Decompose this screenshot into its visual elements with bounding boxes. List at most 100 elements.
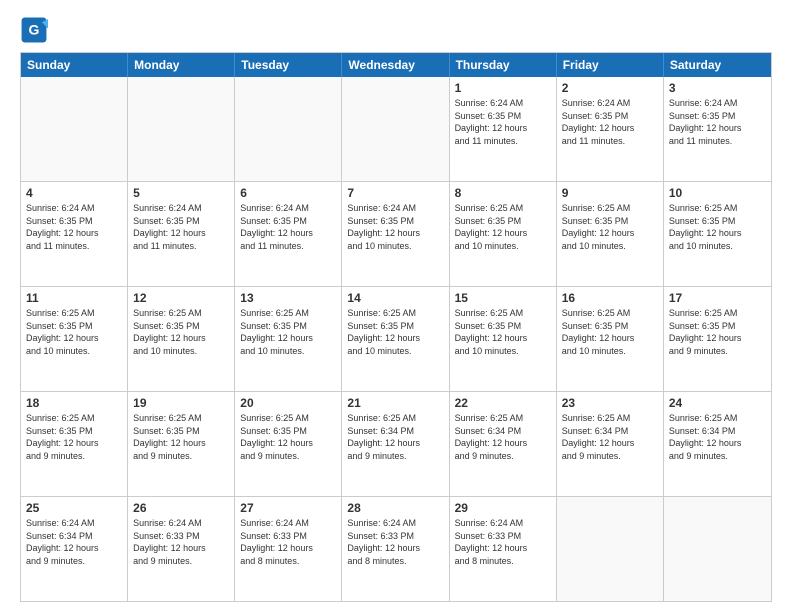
logo-icon: G (20, 16, 48, 44)
calendar-cell (21, 77, 128, 181)
calendar-cell: 18Sunrise: 6:25 AM Sunset: 6:35 PM Dayli… (21, 392, 128, 496)
weekday-header-wednesday: Wednesday (342, 53, 449, 77)
day-number: 24 (669, 395, 766, 411)
calendar: SundayMondayTuesdayWednesdayThursdayFrid… (20, 52, 772, 602)
day-info: Sunrise: 6:25 AM Sunset: 6:35 PM Dayligh… (455, 202, 551, 252)
day-info: Sunrise: 6:25 AM Sunset: 6:35 PM Dayligh… (455, 307, 551, 357)
day-number: 3 (669, 80, 766, 96)
day-number: 28 (347, 500, 443, 516)
day-number: 21 (347, 395, 443, 411)
day-info: Sunrise: 6:25 AM Sunset: 6:35 PM Dayligh… (669, 202, 766, 252)
day-number: 10 (669, 185, 766, 201)
day-number: 16 (562, 290, 658, 306)
day-number: 11 (26, 290, 122, 306)
day-info: Sunrise: 6:24 AM Sunset: 6:35 PM Dayligh… (347, 202, 443, 252)
calendar-cell: 28Sunrise: 6:24 AM Sunset: 6:33 PM Dayli… (342, 497, 449, 601)
day-number: 22 (455, 395, 551, 411)
day-number: 15 (455, 290, 551, 306)
day-info: Sunrise: 6:25 AM Sunset: 6:34 PM Dayligh… (347, 412, 443, 462)
day-number: 2 (562, 80, 658, 96)
calendar-cell: 16Sunrise: 6:25 AM Sunset: 6:35 PM Dayli… (557, 287, 664, 391)
calendar-cell: 25Sunrise: 6:24 AM Sunset: 6:34 PM Dayli… (21, 497, 128, 601)
calendar-cell: 26Sunrise: 6:24 AM Sunset: 6:33 PM Dayli… (128, 497, 235, 601)
day-number: 17 (669, 290, 766, 306)
calendar-row-3: 18 Sunrise: 6:25 AM Sunset: 6:35 PM Dayli… (21, 391, 771, 496)
day-number: 12 (133, 290, 229, 306)
day-info: Sunrise: 6:25 AM Sunset: 6:35 PM Dayligh… (240, 307, 336, 357)
calendar-cell (235, 77, 342, 181)
day-number: 7 (347, 185, 443, 201)
calendar-cell: 13Sunrise: 6:25 AM Sunset: 6:35 PM Dayli… (235, 287, 342, 391)
day-info: Sunrise: 6:24 AM Sunset: 6:33 PM Dayligh… (240, 517, 336, 567)
day-number: 19 (133, 395, 229, 411)
day-number: 4 (26, 185, 122, 201)
day-info: Sunrise: 6:25 AM Sunset: 6:35 PM Dayligh… (240, 412, 336, 462)
header: G (20, 16, 772, 44)
day-info: Sunrise: 6:24 AM Sunset: 6:35 PM Dayligh… (562, 97, 658, 147)
calendar-row-1: 4 Sunrise: 6:24 AM Sunset: 6:35 PM Daylig… (21, 181, 771, 286)
day-info: Sunrise: 6:25 AM Sunset: 6:35 PM Dayligh… (347, 307, 443, 357)
day-info: Sunrise: 6:25 AM Sunset: 6:35 PM Dayligh… (26, 307, 122, 357)
day-info: Sunrise: 6:24 AM Sunset: 6:35 PM Dayligh… (455, 97, 551, 147)
calendar-row-4: 25Sunrise: 6:24 AM Sunset: 6:34 PM Dayli… (21, 496, 771, 601)
calendar-cell: 6Sunrise: 6:24 AM Sunset: 6:35 PM Daylig… (235, 182, 342, 286)
day-info: Sunrise: 6:25 AM Sunset: 6:35 PM Dayligh… (562, 202, 658, 252)
day-info: Sunrise: 6:25 AM Sunset: 6:34 PM Dayligh… (562, 412, 658, 462)
svg-text:G: G (29, 22, 40, 38)
calendar-cell: 9Sunrise: 6:25 AM Sunset: 6:35 PM Daylig… (557, 182, 664, 286)
calendar-cell: 19Sunrise: 6:25 AM Sunset: 6:35 PM Dayli… (128, 392, 235, 496)
weekday-header-tuesday: Tuesday (235, 53, 342, 77)
day-number: 14 (347, 290, 443, 306)
day-info: Sunrise: 6:24 AM Sunset: 6:34 PM Dayligh… (26, 517, 122, 567)
day-info: Sunrise: 6:24 AM Sunset: 6:35 PM Dayligh… (133, 202, 229, 252)
day-info: Sunrise: 6:24 AM Sunset: 6:35 PM Dayligh… (240, 202, 336, 252)
day-number: 29 (455, 500, 551, 516)
calendar-cell: 12Sunrise: 6:25 AM Sunset: 6:35 PM Dayli… (128, 287, 235, 391)
calendar-cell: 15Sunrise: 6:25 AM Sunset: 6:35 PM Dayli… (450, 287, 557, 391)
day-number: 6 (240, 185, 336, 201)
calendar-cell: 10Sunrise: 6:25 AM Sunset: 6:35 PM Dayli… (664, 182, 771, 286)
day-number: 9 (562, 185, 658, 201)
day-number: 1 (455, 80, 551, 96)
day-info: Sunrise: 6:24 AM Sunset: 6:33 PM Dayligh… (133, 517, 229, 567)
calendar-cell: 27Sunrise: 6:24 AM Sunset: 6:33 PM Dayli… (235, 497, 342, 601)
calendar-row-0: 1Sunrise: 6:24 AM Sunset: 6:35 PM Daylig… (21, 77, 771, 181)
calendar-cell: 24Sunrise: 6:25 AM Sunset: 6:34 PM Dayli… (664, 392, 771, 496)
day-number: 20 (240, 395, 336, 411)
calendar-cell: 14Sunrise: 6:25 AM Sunset: 6:35 PM Dayli… (342, 287, 449, 391)
calendar-cell: 23Sunrise: 6:25 AM Sunset: 6:34 PM Dayli… (557, 392, 664, 496)
day-info: Sunrise: 6:25 AM Sunset: 6:35 PM Dayligh… (669, 307, 766, 357)
day-number: 18 (26, 395, 122, 411)
calendar-cell (557, 497, 664, 601)
day-number: 26 (133, 500, 229, 516)
calendar-cell: 29Sunrise: 6:24 AM Sunset: 6:33 PM Dayli… (450, 497, 557, 601)
calendar-cell: 22Sunrise: 6:25 AM Sunset: 6:34 PM Dayli… (450, 392, 557, 496)
day-info: Sunrise: 6:25 AM Sunset: 6:35 PM Dayligh… (133, 307, 229, 357)
weekday-header-sunday: Sunday (21, 53, 128, 77)
calendar-cell: 21Sunrise: 6:25 AM Sunset: 6:34 PM Dayli… (342, 392, 449, 496)
day-number: 13 (240, 290, 336, 306)
calendar-cell: 2Sunrise: 6:24 AM Sunset: 6:35 PM Daylig… (557, 77, 664, 181)
calendar-header: SundayMondayTuesdayWednesdayThursdayFrid… (21, 53, 771, 77)
calendar-cell (342, 77, 449, 181)
calendar-cell (128, 77, 235, 181)
weekday-header-monday: Monday (128, 53, 235, 77)
weekday-header-thursday: Thursday (450, 53, 557, 77)
day-number: 23 (562, 395, 658, 411)
calendar-cell: 8Sunrise: 6:25 AM Sunset: 6:35 PM Daylig… (450, 182, 557, 286)
calendar-cell: 4Sunrise: 6:24 AM Sunset: 6:35 PM Daylig… (21, 182, 128, 286)
day-info: Sunrise: 6:24 AM Sunset: 6:33 PM Dayligh… (455, 517, 551, 567)
calendar-cell: 7Sunrise: 6:24 AM Sunset: 6:35 PM Daylig… (342, 182, 449, 286)
day-number: 27 (240, 500, 336, 516)
day-number: 8 (455, 185, 551, 201)
calendar-cell: 1Sunrise: 6:24 AM Sunset: 6:35 PM Daylig… (450, 77, 557, 181)
logo: G (20, 16, 52, 44)
day-info: Sunrise: 6:24 AM Sunset: 6:33 PM Dayligh… (347, 517, 443, 567)
calendar-row-2: 11Sunrise: 6:25 AM Sunset: 6:35 PM Dayli… (21, 286, 771, 391)
weekday-header-friday: Friday (557, 53, 664, 77)
day-number: 5 (133, 185, 229, 201)
day-info: Sunrise: 6:24 AM Sunset: 6:35 PM Dayligh… (669, 97, 766, 147)
calendar-cell: 11Sunrise: 6:25 AM Sunset: 6:35 PM Dayli… (21, 287, 128, 391)
day-info: Sunrise: 6:25 AM Sunset: 6:35 PM Dayligh… (133, 412, 229, 462)
day-number: 25 (26, 500, 122, 516)
